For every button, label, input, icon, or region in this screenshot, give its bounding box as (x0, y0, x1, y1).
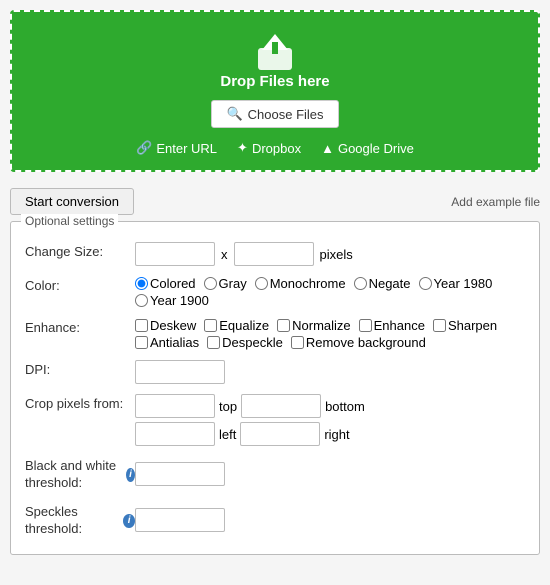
enhance-sharpen-cb[interactable] (433, 319, 446, 332)
add-example-link[interactable]: Add example file (451, 195, 540, 209)
color-year1900-radio[interactable] (135, 294, 148, 307)
bw-threshold-info-icon[interactable]: i (126, 468, 135, 482)
color-year1900-label[interactable]: Year 1900 (135, 293, 209, 308)
bw-threshold-row: Black and white threshold: i (25, 456, 525, 492)
enhance-enhance-label[interactable]: Enhance (359, 318, 425, 333)
speckles-info-icon[interactable]: i (123, 514, 135, 528)
top-label: top (219, 399, 237, 414)
pixels-label: pixels (320, 247, 353, 262)
crop-bottom-input[interactable] (241, 394, 321, 418)
enhance-deskew-cb[interactable] (135, 319, 148, 332)
speckles-threshold-row: Speckles threshold: i (25, 502, 525, 538)
drop-text: Drop Files here (22, 73, 528, 90)
color-monochrome-radio[interactable] (255, 277, 268, 290)
upload-icon (22, 30, 528, 73)
size-height-input[interactable] (234, 242, 314, 266)
enhance-removebg-cb[interactable] (291, 336, 304, 349)
change-size-content: x pixels (135, 242, 525, 266)
size-width-input[interactable] (135, 242, 215, 266)
settings-legend: Optional settings (21, 214, 118, 228)
link-icon: 🔗 (136, 140, 152, 156)
enhance-row: Enhance: Deskew Equalize Normalize Enhan… (25, 318, 525, 350)
crop-content: top bottom left right (135, 394, 525, 446)
color-colored-label[interactable]: Colored (135, 276, 196, 291)
crop-right-input[interactable] (240, 422, 320, 446)
enhance-removebg-label[interactable]: Remove background (291, 335, 426, 350)
enter-url-link[interactable]: 🔗 Enter URL (136, 140, 217, 156)
enhance-equalize-cb[interactable] (204, 319, 217, 332)
crop-label: Crop pixels from: (25, 394, 135, 411)
crop-rows: top bottom left right (135, 394, 365, 446)
color-negate-radio[interactable] (354, 277, 367, 290)
dpi-row: DPI: (25, 360, 525, 384)
dpi-label: DPI: (25, 360, 135, 377)
color-gray-radio[interactable] (204, 277, 217, 290)
color-year1980-label[interactable]: Year 1980 (419, 276, 493, 291)
enhance-normalize-cb[interactable] (277, 319, 290, 332)
enhance-deskew-label[interactable]: Deskew (135, 318, 196, 333)
start-conversion-button[interactable]: Start conversion (10, 188, 134, 215)
speckles-threshold-label: Speckles threshold: i (25, 502, 135, 538)
color-row: Color: Colored Gray Monochrome Negate Ye… (25, 276, 525, 308)
google-drive-link[interactable]: ▲ Google Drive (321, 140, 414, 156)
drop-links: 🔗 Enter URL ✦ Dropbox ▲ Google Drive (22, 140, 528, 156)
crop-left-input[interactable] (135, 422, 215, 446)
color-label: Color: (25, 276, 135, 293)
enhance-despeckle-cb[interactable] (207, 336, 220, 349)
color-radio-group: Colored Gray Monochrome Negate Year 1980… (135, 276, 525, 308)
drop-zone[interactable]: Drop Files here 🔍 Choose Files 🔗 Enter U… (10, 10, 540, 172)
crop-left-row: left right (135, 422, 365, 446)
crop-top-row: top bottom (135, 394, 365, 418)
left-label: left (219, 427, 236, 442)
enhance-equalize-label[interactable]: Equalize (204, 318, 269, 333)
bw-threshold-input[interactable] (135, 462, 225, 486)
crop-top-input[interactable] (135, 394, 215, 418)
enhance-antialias-label[interactable]: Antialias (135, 335, 199, 350)
bottom-label: bottom (325, 399, 365, 414)
dropbox-link[interactable]: ✦ Dropbox (237, 140, 301, 156)
color-negate-label[interactable]: Negate (354, 276, 411, 291)
speckles-threshold-input[interactable] (135, 508, 225, 532)
dropbox-icon: ✦ (237, 140, 248, 156)
crop-row: Crop pixels from: top bottom left right (25, 394, 525, 446)
search-icon: 🔍 (226, 106, 242, 122)
enhance-sharpen-label[interactable]: Sharpen (433, 318, 497, 333)
settings-panel: Optional settings Change Size: x pixels … (10, 221, 540, 555)
choose-files-label: Choose Files (248, 107, 324, 122)
choose-files-button[interactable]: 🔍 Choose Files (211, 100, 338, 128)
enhance-checkbox-group: Deskew Equalize Normalize Enhance Sharpe… (135, 318, 525, 350)
enhance-despeckle-label[interactable]: Despeckle (207, 335, 283, 350)
change-size-row: Change Size: x pixels (25, 242, 525, 266)
enhance-antialias-cb[interactable] (135, 336, 148, 349)
enhance-normalize-label[interactable]: Normalize (277, 318, 351, 333)
drive-icon: ▲ (321, 141, 334, 156)
enhance-label: Enhance: (25, 318, 135, 335)
color-gray-label[interactable]: Gray (204, 276, 247, 291)
dpi-input[interactable] (135, 360, 225, 384)
enhance-options: Deskew Equalize Normalize Enhance Sharpe… (135, 318, 525, 350)
color-colored-radio[interactable] (135, 277, 148, 290)
color-monochrome-label[interactable]: Monochrome (255, 276, 346, 291)
change-size-label: Change Size: (25, 242, 135, 259)
color-year1980-radio[interactable] (419, 277, 432, 290)
x-label: x (221, 247, 228, 262)
right-label: right (324, 427, 349, 442)
dpi-content (135, 360, 525, 384)
enhance-enhance-cb[interactable] (359, 319, 372, 332)
bw-threshold-label: Black and white threshold: i (25, 456, 135, 492)
color-options: Colored Gray Monochrome Negate Year 1980… (135, 276, 525, 308)
